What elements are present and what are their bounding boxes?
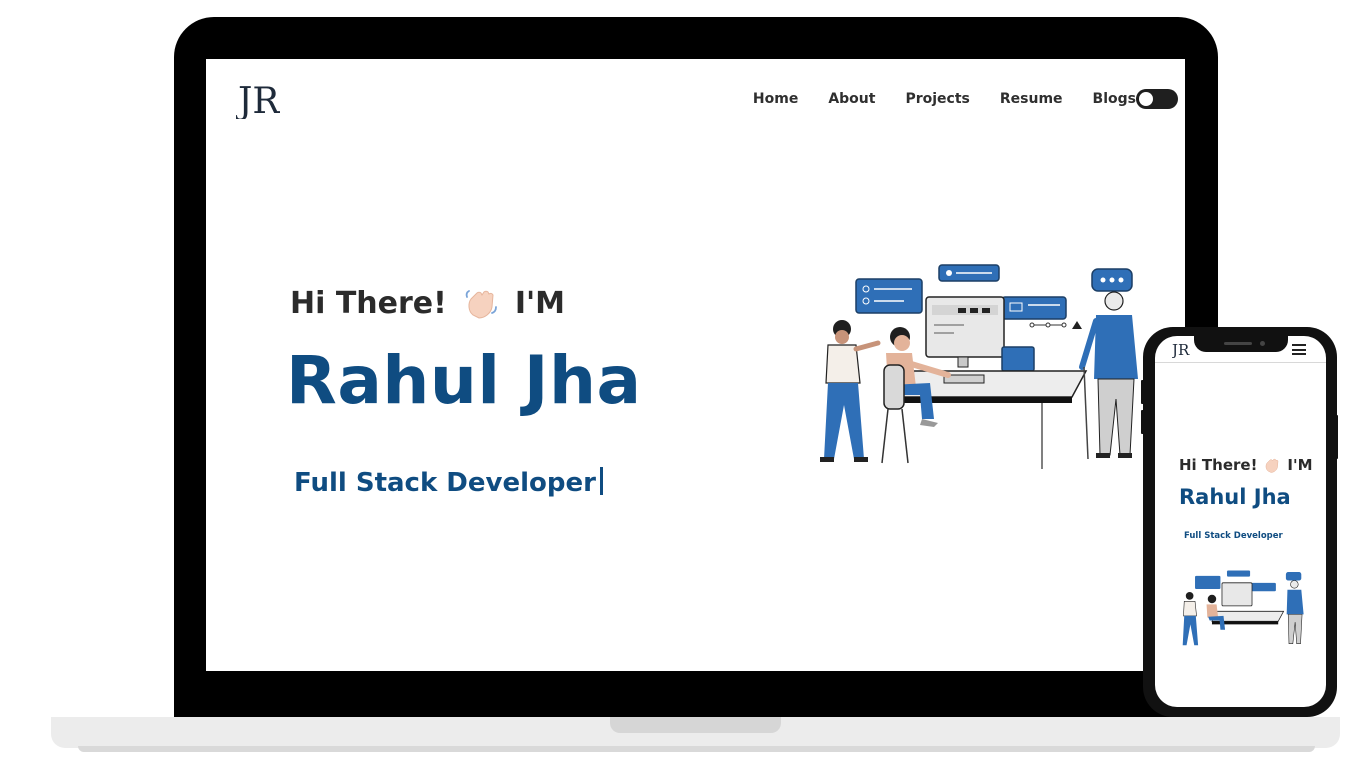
laptop-hinge-notch <box>610 717 781 733</box>
svg-text:JR: JR <box>236 81 280 119</box>
role-text: Full Stack Developer <box>294 468 596 498</box>
hero-greeting: Hi There! I'M <box>290 285 565 321</box>
mobile-site-logo[interactable]: JR <box>1172 340 1190 358</box>
nav-home[interactable]: Home <box>753 91 798 107</box>
phone-camera <box>1260 341 1265 346</box>
phone-screen: JR Hi There! I'M Rahul Jha Full Stack De… <box>1155 336 1326 707</box>
waving-hand-icon <box>1266 458 1279 473</box>
waving-hand-icon <box>465 290 497 319</box>
mobile-im-text: I'M <box>1287 456 1313 474</box>
mobile-developers-illustration <box>1182 570 1304 646</box>
developers-illustration <box>820 264 1138 469</box>
mobile-hero-greeting: Hi There! I'M <box>1179 456 1313 474</box>
phone-speaker <box>1224 342 1252 345</box>
mobile-header-divider <box>1155 362 1326 363</box>
theme-toggle[interactable] <box>1136 89 1178 109</box>
mobile-hero-name: Rahul Jha <box>1179 485 1291 509</box>
nav-blogs[interactable]: Blogs <box>1093 91 1136 107</box>
main-nav: Home About Projects Resume Blogs <box>753 87 1178 111</box>
nav-projects[interactable]: Projects <box>905 91 969 107</box>
laptop-base-shadow <box>78 746 1315 752</box>
hero-name: Rahul Jha <box>286 342 642 419</box>
mobile-greeting-text: Hi There! <box>1179 456 1258 474</box>
hero-role: Full Stack Developer <box>294 467 603 498</box>
typing-cursor <box>599 467 603 495</box>
im-text: I'M <box>514 285 566 321</box>
nav-resume[interactable]: Resume <box>1000 91 1063 107</box>
laptop-screen: JR Home About Projects Resume Blogs Hi T… <box>206 59 1185 671</box>
toggle-knob <box>1139 92 1153 106</box>
nav-about[interactable]: About <box>828 91 875 107</box>
phone-volume-button <box>1141 380 1144 404</box>
mobile-hero-role: Full Stack Developer <box>1184 531 1283 541</box>
hamburger-menu-icon[interactable] <box>1292 344 1306 355</box>
svg-text:JR: JR <box>1172 341 1190 358</box>
phone-power-button <box>1335 415 1338 459</box>
phone-notch <box>1194 336 1288 352</box>
greeting-text: Hi There! <box>290 285 447 321</box>
phone-volume-button <box>1141 410 1144 434</box>
site-logo[interactable]: JR <box>236 79 280 119</box>
